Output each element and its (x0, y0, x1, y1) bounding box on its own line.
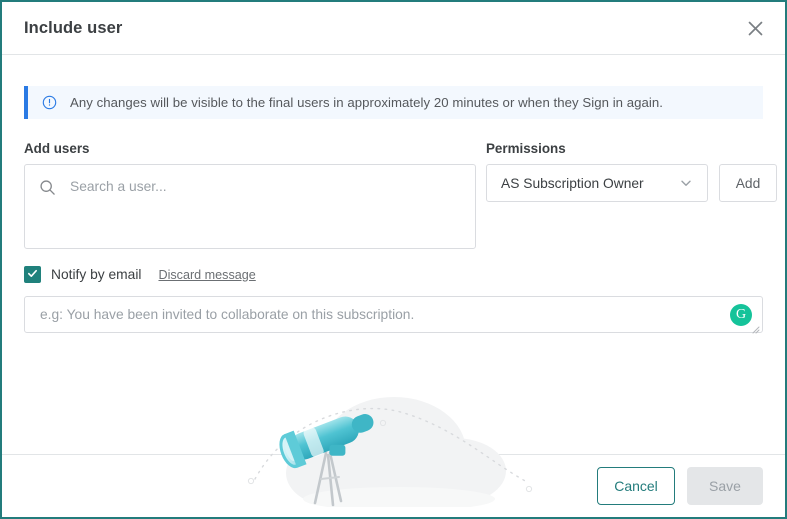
permissions-selected-value: AS Subscription Owner (501, 175, 644, 191)
invite-message-placeholder: e.g: You have been invited to collaborat… (40, 307, 415, 322)
resize-grip-icon[interactable] (750, 321, 760, 334)
add-user-button[interactable]: Add (719, 164, 777, 202)
permissions-select[interactable]: AS Subscription Owner (486, 164, 708, 202)
info-banner-text: Any changes will be visible to the final… (70, 95, 663, 110)
close-icon (747, 20, 764, 37)
info-banner: Any changes will be visible to the final… (24, 86, 763, 119)
close-button[interactable] (741, 14, 769, 42)
include-user-dialog: Include user Any changes will be visible… (0, 0, 787, 519)
notify-by-email-checkbox[interactable] (24, 266, 41, 283)
invite-message-textarea[interactable]: e.g: You have been invited to collaborat… (24, 296, 763, 334)
dialog-body: Any changes will be visible to the final… (2, 55, 785, 507)
notify-row: Notify by email Discard message (24, 266, 763, 283)
grammarly-icon[interactable]: G (730, 303, 752, 326)
save-button[interactable]: Save (687, 467, 763, 505)
permissions-row: AS Subscription Owner Add (486, 164, 777, 202)
dialog-footer: Cancel Save (2, 454, 785, 517)
cancel-button[interactable]: Cancel (597, 467, 675, 505)
fields-row: Add users Search a user... Permissions A… (24, 141, 777, 249)
search-user-placeholder: Search a user... (70, 179, 167, 194)
permissions-column: Permissions AS Subscription Owner Add (486, 141, 777, 249)
notify-by-email-label: Notify by email (51, 267, 142, 282)
search-icon (39, 179, 56, 201)
chevron-down-icon (679, 176, 693, 190)
permissions-label: Permissions (486, 141, 566, 156)
page-title: Include user (24, 18, 123, 37)
add-users-column: Add users Search a user... (24, 141, 476, 249)
discard-message-link[interactable]: Discard message (158, 268, 255, 282)
search-user-input[interactable]: Search a user... (24, 164, 476, 249)
add-users-label: Add users (24, 141, 90, 156)
dialog-header: Include user (2, 2, 785, 55)
info-circle-icon (42, 95, 57, 110)
check-icon (27, 266, 38, 284)
